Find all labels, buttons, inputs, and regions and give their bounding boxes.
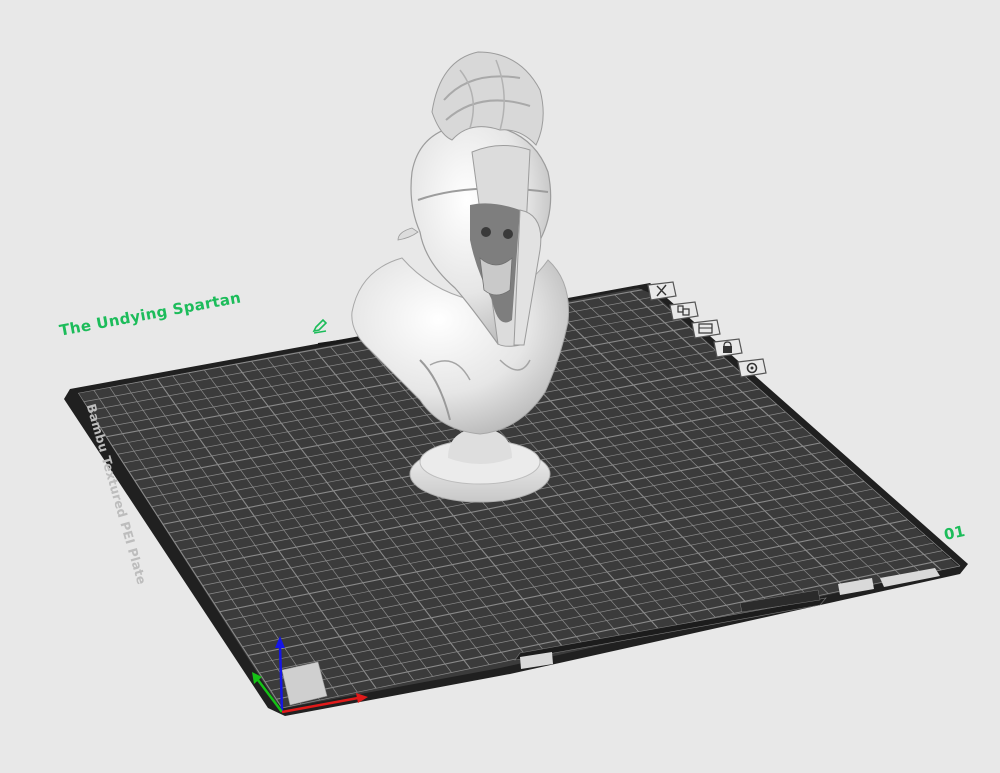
orient-plate-button[interactable] xyxy=(690,319,721,339)
gear-icon xyxy=(736,358,767,381)
edit-icon[interactable] xyxy=(312,318,328,334)
bed-scene xyxy=(64,51,968,716)
plate-settings-button[interactable] xyxy=(736,358,767,378)
lock-plate-button[interactable] xyxy=(712,338,743,358)
remove-plate-button[interactable] xyxy=(646,281,677,301)
3d-viewport[interactable]: The Undying Spartan 01 Bambu Textured PE… xyxy=(0,0,1000,769)
arrange-plate-button[interactable] xyxy=(668,301,699,321)
